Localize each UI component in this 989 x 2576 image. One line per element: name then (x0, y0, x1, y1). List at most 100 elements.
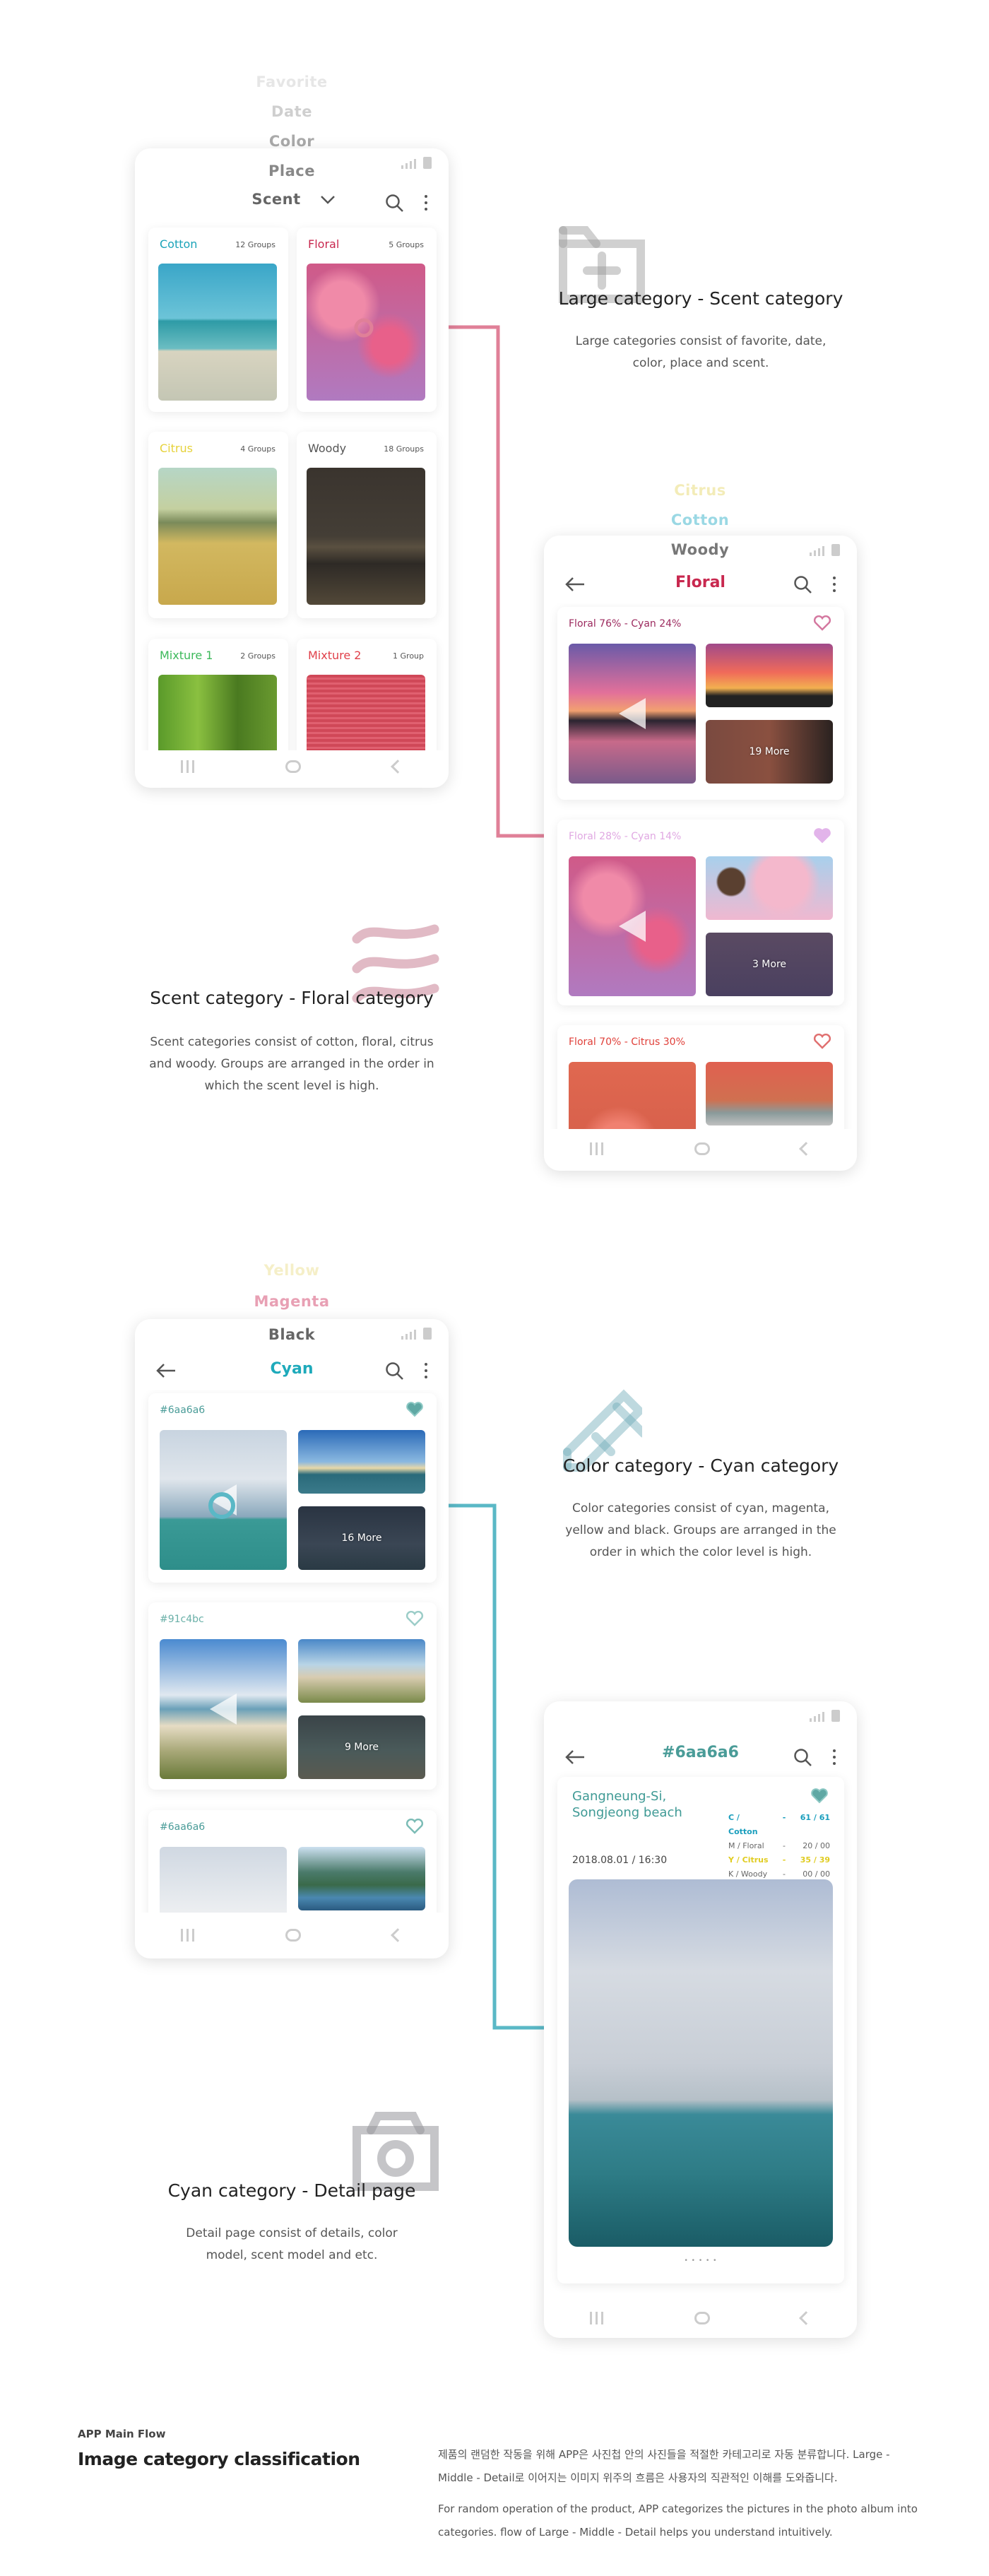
status-bar (401, 1328, 432, 1340)
group-cover-photo[interactable] (569, 856, 696, 996)
heart-filled-icon[interactable] (813, 828, 831, 844)
group-cover-photo[interactable] (569, 644, 696, 784)
group-card[interactable]: Floral 76% - Cyan 24% 19 More (557, 607, 844, 800)
model-row-yellow: Y / Citrus - 35 / 39 (728, 1853, 830, 1867)
heart-outline-icon[interactable] (813, 1034, 831, 1049)
category-name: Mixture 1 (160, 649, 213, 662)
group-card[interactable]: #6aa6a6 (148, 1810, 437, 1913)
model-key: C / Cotton (728, 1813, 758, 1836)
picker-option-cotton[interactable]: Cotton (671, 512, 729, 528)
group-card[interactable]: #91c4bc 9 More (148, 1602, 437, 1790)
back-arrow-icon[interactable] (156, 1363, 176, 1378)
picker-option-color[interactable]: Color (269, 133, 314, 150)
battery-icon (423, 1328, 432, 1340)
home-icon[interactable] (694, 1142, 710, 1155)
more-photos-tile[interactable]: 19 More (706, 720, 833, 784)
back-nav-icon[interactable] (391, 760, 405, 774)
color-scent-model-table: C / Cotton - 61 / 61 M / Floral - 20 / 00 Y … (728, 1811, 830, 1881)
group-photo[interactable] (706, 1062, 833, 1125)
heart-outline-icon[interactable] (813, 615, 831, 631)
chevron-down-icon[interactable] (320, 195, 336, 205)
recent-apps-icon[interactable] (180, 760, 194, 773)
phone-cyan-category: Black Cyan #6aa6a6 16 More #91c4bc 9 Mor… (135, 1319, 449, 1958)
back-arrow-icon[interactable] (565, 577, 585, 592)
group-photo[interactable] (298, 1639, 425, 1703)
group-card[interactable]: Floral 70% - Citrus 30% (557, 1025, 844, 1129)
category-grid: Cotton 12 Groups Floral 5 Groups Citrus 4 G… (135, 219, 449, 750)
slideshow-icon[interactable] (619, 911, 646, 942)
phone-large-category: Place Scent Cotton 12 Groups Floral 5 Grou… (135, 148, 449, 788)
model-value: 20 / 00 (803, 1841, 830, 1850)
back-arrow-icon[interactable] (565, 1749, 585, 1765)
home-icon[interactable] (285, 1929, 302, 1942)
more-options-icon[interactable] (833, 577, 836, 592)
home-icon[interactable] (694, 2312, 710, 2324)
heart-outline-icon[interactable] (405, 1819, 424, 1834)
category-thumbnail (158, 468, 277, 605)
recent-apps-icon[interactable] (180, 1929, 194, 1942)
detail-photo[interactable] (569, 1879, 833, 2247)
category-card-citrus[interactable]: Citrus 4 Groups (148, 432, 288, 618)
group-photo[interactable] (298, 1430, 425, 1494)
heart-outline-icon[interactable] (405, 1611, 424, 1626)
model-row-black: K / Woody - 00 / 00 (728, 1867, 830, 1881)
more-options-icon[interactable] (425, 195, 427, 211)
picker-option-woody[interactable]: Woody (671, 541, 730, 558)
group-photo[interactable] (706, 644, 833, 707)
category-selector[interactable]: Scent (251, 191, 300, 208)
recent-apps-icon[interactable] (589, 2312, 603, 2324)
model-sep: - (782, 1855, 786, 1865)
search-icon[interactable] (385, 1361, 405, 1381)
picker-option-black[interactable]: Black (268, 1326, 315, 1343)
home-icon[interactable] (285, 760, 302, 773)
section-title: Color category - Cyan category (562, 1455, 839, 1476)
picker-option-magenta[interactable]: Magenta (254, 1293, 329, 1310)
more-photos-tile[interactable]: 3 More (706, 933, 833, 996)
signal-icon (401, 1330, 416, 1340)
model-key: Y / Citrus (728, 1855, 769, 1865)
more-photos-tile[interactable]: 16 More (298, 1506, 425, 1570)
group-cover-photo[interactable] (160, 1639, 287, 1779)
category-card-mixture-2[interactable]: Mixture 2 1 Group (297, 639, 437, 750)
heart-filled-icon[interactable] (405, 1402, 424, 1417)
recent-apps-icon[interactable] (589, 1142, 603, 1155)
model-sep: - (783, 1841, 786, 1850)
more-options-icon[interactable] (425, 1363, 427, 1378)
back-nav-icon[interactable] (799, 1142, 814, 1156)
more-count: 16 More (341, 1532, 382, 1544)
search-icon[interactable] (793, 1748, 813, 1768)
group-label: #6aa6a6 (160, 1405, 206, 1416)
group-card[interactable]: #6aa6a6 16 More (148, 1393, 437, 1583)
group-cover-photo[interactable] (160, 1847, 287, 1913)
group-card[interactable]: Floral 28% - Cyan 14% 3 More (557, 820, 844, 1005)
heart-filled-icon[interactable] (810, 1788, 829, 1804)
group-label: Floral 70% - Citrus 30% (569, 1036, 685, 1048)
picker-option-date[interactable]: Date (271, 103, 312, 120)
more-count: 19 More (749, 746, 790, 757)
group-photo[interactable] (298, 1847, 425, 1910)
category-card-cotton[interactable]: Cotton 12 Groups (148, 228, 288, 412)
model-sep: - (783, 1869, 786, 1879)
back-nav-icon[interactable] (391, 1928, 405, 1942)
picker-option-favorite[interactable]: Favorite (256, 73, 327, 90)
picker-option-yellow[interactable]: Yellow (264, 1262, 320, 1279)
picker-option-place[interactable]: Place (268, 163, 315, 179)
more-options-icon[interactable] (833, 1749, 836, 1765)
model-row-cyan: C / Cotton - 61 / 61 (728, 1811, 830, 1839)
group-count: 1 Group (393, 651, 424, 661)
photo-pager-dots[interactable]: • • • • • (557, 2257, 844, 2264)
slideshow-icon[interactable] (619, 698, 646, 729)
category-card-woody[interactable]: Woody 18 Groups (297, 432, 437, 618)
footer-body-korean: 제품의 랜덤한 작동을 위해 APP은 사진첩 안의 사진들을 적절한 카테고리… (438, 2448, 890, 2484)
more-photos-tile[interactable]: 9 More (298, 1715, 425, 1779)
search-icon[interactable] (385, 194, 405, 213)
more-count: 3 More (752, 959, 787, 970)
slideshow-icon[interactable] (210, 1694, 237, 1725)
category-card-mixture-1[interactable]: Mixture 1 2 Groups (148, 639, 288, 750)
back-nav-icon[interactable] (799, 2311, 814, 2325)
system-nav-bar (544, 1135, 857, 1163)
search-icon[interactable] (793, 575, 813, 595)
picker-option-citrus[interactable]: Citrus (674, 482, 726, 499)
group-cover-photo[interactable] (569, 1062, 696, 1129)
group-photo[interactable] (706, 856, 833, 920)
